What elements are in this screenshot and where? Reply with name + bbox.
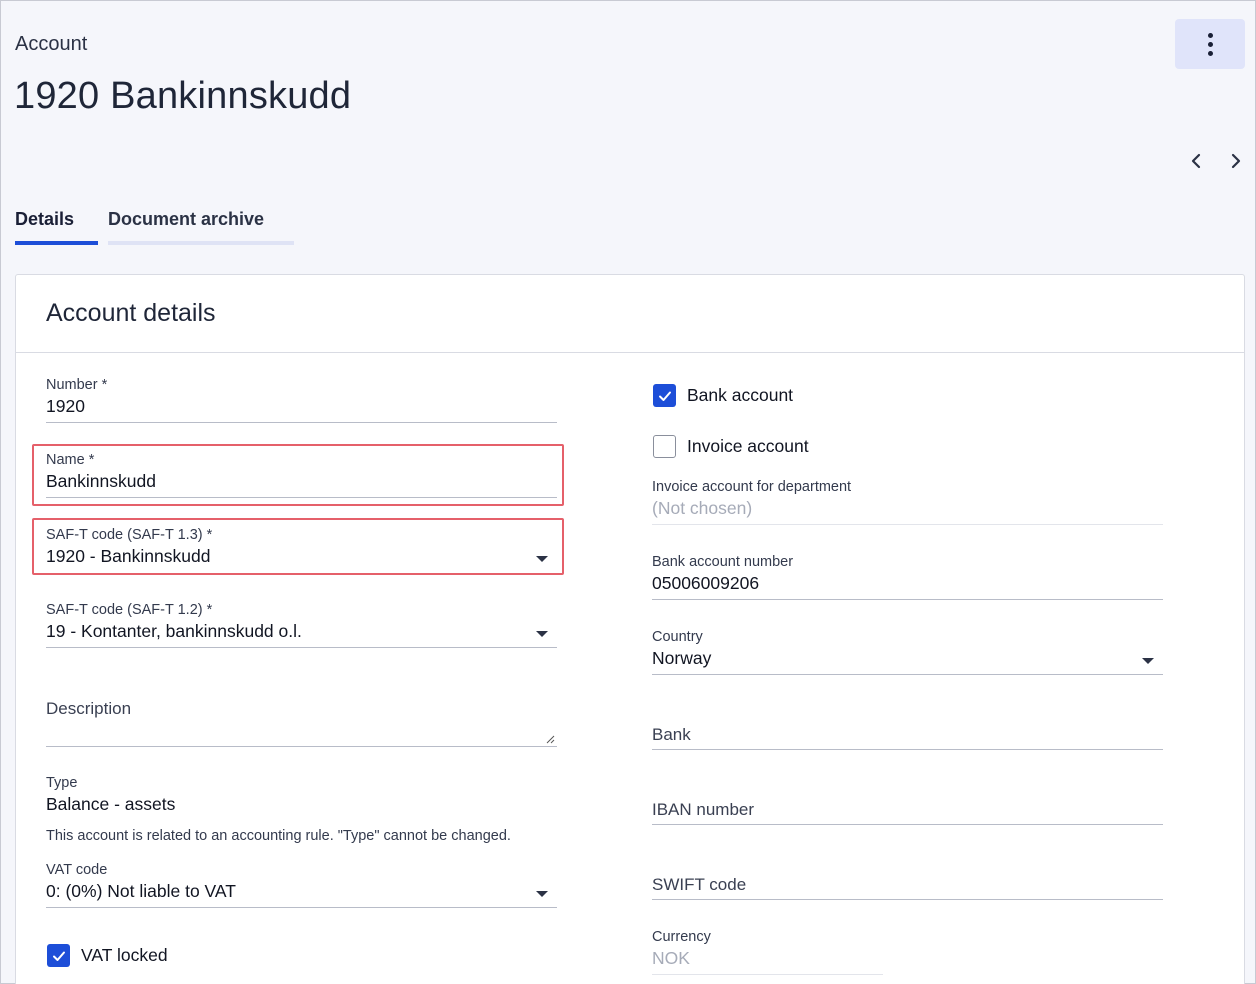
currency-field: Currency NOK bbox=[652, 929, 883, 975]
bank-label: Bank bbox=[652, 725, 691, 744]
tab-details[interactable]: Details bbox=[15, 207, 98, 245]
invoice-account-checkbox[interactable] bbox=[653, 435, 676, 458]
bank-account-label: Bank account bbox=[687, 385, 794, 405]
vat-locked-label: VAT locked bbox=[81, 945, 168, 965]
type-note: This account is related to an accounting… bbox=[46, 828, 511, 844]
saft13-label: SAF-T code (SAF-T 1.3) * bbox=[46, 527, 213, 543]
country-value: Norway bbox=[652, 648, 712, 668]
saft13-value: 1920 - Bankinnskudd bbox=[46, 546, 211, 566]
name-field[interactable]: Name * Bankinnskudd bbox=[46, 452, 557, 498]
number-value: 1920 bbox=[46, 396, 85, 416]
vat-code-select[interactable]: VAT code 0: (0%) Not liable to VAT bbox=[46, 862, 557, 908]
card-title: Account details bbox=[16, 275, 1244, 353]
description-label: Description bbox=[46, 699, 132, 718]
dropdown-arrow-icon bbox=[536, 891, 548, 897]
checkmark-icon bbox=[52, 951, 65, 961]
page-title: 1920 Bankinnskudd bbox=[14, 75, 352, 117]
saft12-select[interactable]: SAF-T code (SAF-T 1.2) * 19 - Kontanter,… bbox=[46, 602, 557, 648]
dropdown-arrow-icon bbox=[1142, 658, 1154, 664]
bank-field[interactable]: Bank bbox=[652, 725, 1163, 750]
number-label: Number * bbox=[46, 377, 108, 393]
invoice-dept-select: Invoice account for department (Not chos… bbox=[652, 479, 1163, 525]
name-value: Bankinnskudd bbox=[46, 471, 156, 491]
bank-account-number-value: 05006009206 bbox=[652, 573, 760, 593]
chevron-right-icon bbox=[1231, 153, 1241, 169]
currency-label: Currency bbox=[652, 929, 711, 945]
country-select[interactable]: Country Norway bbox=[652, 629, 1163, 675]
number-field[interactable]: Number * 1920 bbox=[46, 377, 557, 423]
vat-code-value: 0: (0%) Not liable to VAT bbox=[46, 881, 236, 901]
country-label: Country bbox=[652, 629, 703, 645]
invoice-account-label: Invoice account bbox=[687, 436, 809, 456]
account-details-card: Account details Number * 1920 Name * Ban… bbox=[15, 274, 1245, 984]
currency-value: NOK bbox=[652, 948, 690, 968]
saft12-label: SAF-T code (SAF-T 1.2) * bbox=[46, 602, 213, 618]
vat-code-label: VAT code bbox=[46, 862, 108, 878]
bank-account-number-field[interactable]: Bank account number 05006009206 bbox=[652, 554, 1163, 600]
description-textarea[interactable]: Description bbox=[46, 699, 557, 747]
dropdown-arrow-icon bbox=[536, 631, 548, 637]
iban-field[interactable]: IBAN number bbox=[652, 800, 1163, 825]
swift-label: SWIFT code bbox=[652, 875, 747, 894]
breadcrumb: Account bbox=[15, 33, 88, 55]
type-value: Balance - assets bbox=[46, 794, 176, 814]
more-vertical-icon bbox=[1207, 31, 1213, 58]
bank-account-number-label: Bank account number bbox=[652, 554, 794, 570]
next-record-button[interactable] bbox=[1225, 149, 1247, 173]
name-label: Name * bbox=[46, 452, 95, 468]
type-label: Type bbox=[46, 775, 78, 791]
swift-field[interactable]: SWIFT code bbox=[652, 875, 1163, 900]
type-field: Type Balance - assets bbox=[46, 775, 557, 815]
iban-label: IBAN number bbox=[652, 800, 755, 819]
previous-record-button[interactable] bbox=[1185, 149, 1207, 173]
chevron-left-icon bbox=[1191, 153, 1201, 169]
resize-grip-icon[interactable] bbox=[546, 735, 555, 744]
more-menu-button[interactable] bbox=[1175, 19, 1245, 69]
checkmark-icon bbox=[658, 391, 671, 401]
invoice-dept-value: (Not chosen) bbox=[652, 498, 753, 518]
tab-bar: Details Document archive bbox=[15, 207, 294, 245]
tab-document-archive[interactable]: Document archive bbox=[108, 207, 294, 245]
bank-account-checkbox[interactable] bbox=[653, 384, 676, 407]
invoice-dept-label: Invoice account for department bbox=[652, 479, 852, 495]
dropdown-arrow-icon bbox=[536, 556, 548, 562]
saft13-select[interactable]: SAF-T code (SAF-T 1.3) * 1920 - Bankinns… bbox=[46, 527, 557, 573]
saft12-value: 19 - Kontanter, bankinnskudd o.l. bbox=[46, 621, 302, 641]
vat-locked-checkbox[interactable] bbox=[47, 944, 70, 967]
